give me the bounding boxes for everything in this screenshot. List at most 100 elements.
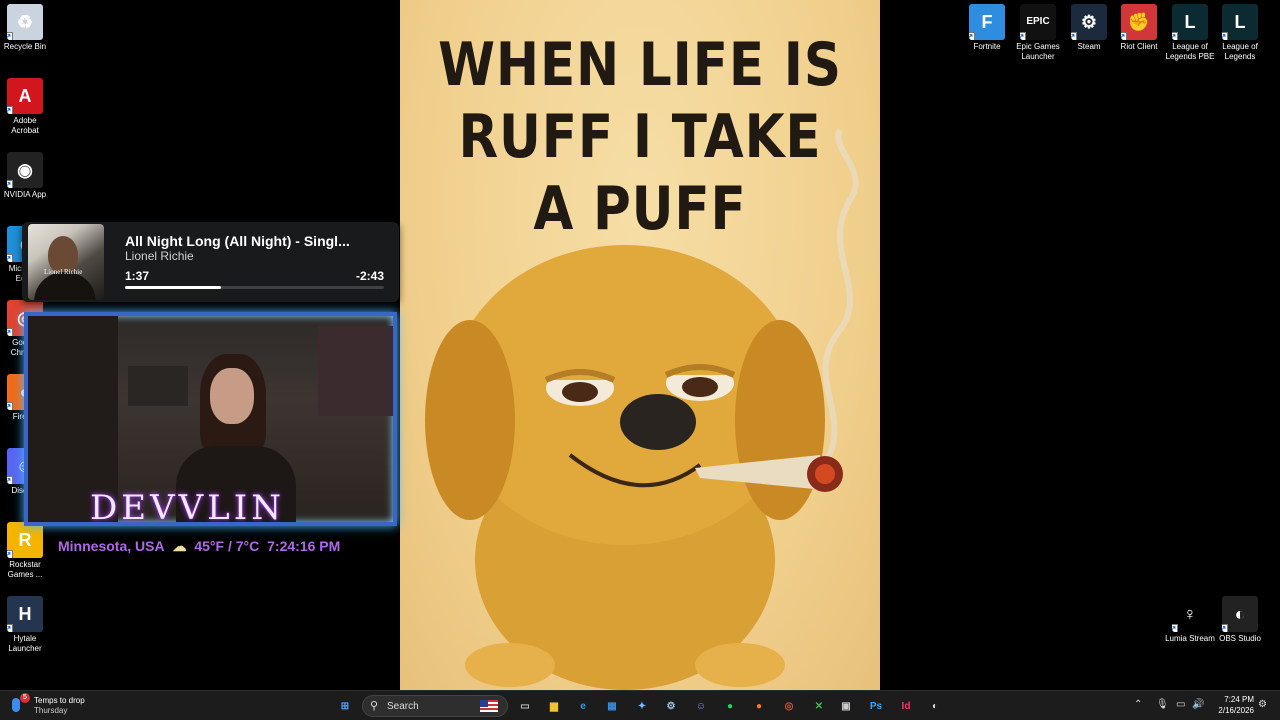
file-explorer-button[interactable]: ▆ — [545, 697, 563, 715]
desktop-shortcut-obs-studio[interactable]: ◐ ↗ OBS Studio — [1215, 596, 1265, 644]
shortcut-arrow-icon: ↗ — [969, 32, 975, 40]
steam-icon: ⚙ ↗ — [1071, 4, 1107, 40]
desktop-shortcut-label: League of Legends PBE — [1165, 42, 1215, 61]
desktop-shortcut-label: Hytale Launcher — [8, 634, 42, 653]
spotify-icon: ● — [726, 700, 734, 712]
shortcut-arrow-icon: ↗ — [1172, 32, 1178, 40]
xbox-icon: ✕ — [814, 700, 824, 712]
photoshop-icon: Ps — [869, 700, 883, 712]
temperature-text: 45°F / 7°C — [194, 538, 260, 554]
app-icon: ▣ — [841, 700, 851, 712]
icon-glyph: ◐ — [1234, 604, 1246, 624]
location-text: Minnesota, USA — [58, 538, 165, 554]
desktop-shortcut-recycle-bin[interactable]: ♻ ↗ Recycle Bin — [0, 4, 50, 52]
icon-glyph: ⚙ — [1080, 12, 1098, 32]
taskbar: 5 Temps to drop Thursday ⊞ ▭ ▆ e ▦ ✦ ⚙ ☺ ● ● ◎ ✕ ▣ Ps… — [0, 690, 1280, 720]
shortcut-arrow-icon: ↗ — [1020, 32, 1026, 40]
artist-name: Lionel Richie — [125, 249, 194, 263]
chrome-button[interactable]: ◎ — [780, 697, 798, 715]
desktop-shortcut-adobe-acrobat[interactable]: A ↗ Adobe Acrobat — [0, 78, 50, 136]
discord-button[interactable]: ☺ — [692, 697, 710, 715]
league-pbe-icon: L ↗ — [1172, 4, 1208, 40]
store-icon: ▦ — [607, 700, 617, 712]
shortcut-arrow-icon: ↗ — [7, 402, 13, 410]
icon-glyph: A — [18, 86, 32, 106]
task-view-icon: ▭ — [520, 700, 530, 712]
desktop-shortcut-hytale[interactable]: H ↗ Hytale Launcher — [0, 596, 50, 654]
desktop-shortcut-epic-games[interactable]: EPIC ↗ Epic Games Launcher — [1013, 4, 1063, 62]
icon-glyph: L — [1184, 12, 1196, 32]
chevron-up-icon[interactable]: ⌃ — [1134, 699, 1142, 710]
notification-bell-icon[interactable]: ⚙ — [1258, 699, 1267, 710]
nvidia-icon: ◉ ↗ — [7, 152, 43, 188]
desktop-shortcut-label: Epic Games Launcher — [1016, 42, 1060, 61]
indesign-button[interactable]: Id — [897, 697, 915, 715]
volume-icon[interactable]: 🔊 — [1192, 699, 1204, 710]
obs-button[interactable]: ◐ — [926, 697, 944, 715]
copilot-icon: ✦ — [637, 700, 647, 712]
desktop-shortcut-riot-client[interactable]: ✊ ↗ Riot Client — [1114, 4, 1164, 52]
clock-date: 2/16/2026 — [1218, 706, 1254, 715]
lumia-stream-icon: ♀ ↗ — [1172, 596, 1208, 632]
search-placeholder: Search — [387, 701, 419, 712]
shortcut-arrow-icon: ↗ — [1222, 624, 1228, 632]
desktop-shortcut-nvidia[interactable]: ◉ ↗ NVIDIA App — [0, 152, 50, 200]
desktop-shortcut-label: NVIDIA App — [3, 190, 47, 199]
desktop-shortcut-rockstar[interactable]: R ↗ Rockstar Games ... — [0, 522, 50, 580]
song-title: All Night Long (All Night) - Singl... — [125, 233, 350, 249]
xbox-button[interactable]: ✕ — [810, 697, 828, 715]
edge-button[interactable]: e — [574, 697, 592, 715]
album-art: Lionel Richie — [28, 224, 104, 300]
copilot-button[interactable]: ✦ — [633, 697, 651, 715]
riot-client-icon: ✊ ↗ — [1121, 4, 1157, 40]
hytale-icon: H ↗ — [7, 596, 43, 632]
playback-progress-bar[interactable] — [125, 286, 384, 289]
media-player-flyout[interactable]: Lionel Richie All Night Long (All Night)… — [22, 222, 399, 302]
desktop-shortcut-label: Steam — [1077, 42, 1101, 51]
icon-glyph: ◉ — [17, 160, 33, 180]
task-view-button[interactable]: ▭ — [516, 697, 534, 715]
desktop-shortcut-league-pbe[interactable]: L ↗ League of Legends PBE — [1165, 4, 1215, 62]
epic-games-icon: EPIC ↗ — [1020, 4, 1056, 40]
fortnite-icon: F ↗ — [969, 4, 1005, 40]
start-icon: ⊞ — [340, 700, 350, 712]
desktop-shortcut-league[interactable]: L ↗ League of Legends — [1215, 4, 1265, 62]
microphone-icon[interactable]: 🎙 — [1156, 699, 1169, 710]
desktop-shortcut-label: Riot Client — [1120, 42, 1158, 51]
location-weather-bar: Minnesota, USA ☁ 45°F / 7°C 7:24:16 PM — [58, 538, 344, 555]
progress-fill — [125, 286, 221, 289]
network-icon[interactable]: ▭ — [1176, 699, 1185, 710]
photoshop-button[interactable]: Ps — [867, 697, 885, 715]
firefox-button[interactable]: ● — [750, 697, 768, 715]
icon-glyph: H — [18, 604, 32, 624]
remaining-time: -2:43 — [355, 269, 384, 283]
search-icon: ⚲ — [370, 700, 379, 712]
weather-badge: 5 — [20, 693, 30, 703]
desktop-shortcut-fortnite[interactable]: F ↗ Fortnite — [962, 4, 1012, 52]
desktop-shortcut-lumia-stream[interactable]: ♀ ↗ Lumia Stream — [1165, 596, 1215, 644]
steam-button[interactable]: ⚙ — [662, 697, 680, 715]
system-clock[interactable]: 7:24 PM 2/16/2026 — [1218, 694, 1254, 716]
store-button[interactable]: ▦ — [603, 697, 621, 715]
desktop-shortcut-steam[interactable]: ⚙ ↗ Steam — [1064, 4, 1114, 52]
spotify-button[interactable]: ● — [721, 697, 739, 715]
indesign-icon: Id — [901, 700, 911, 712]
app-button[interactable]: ▣ — [837, 697, 855, 715]
start-button[interactable]: ⊞ — [336, 697, 354, 715]
streamer-name-logo: DEVVLIN — [90, 488, 285, 528]
shortcut-arrow-icon: ↗ — [7, 476, 13, 484]
adobe-acrobat-icon: A ↗ — [7, 78, 43, 114]
weather-title: Temps to drop — [34, 696, 85, 705]
shortcut-arrow-icon: ↗ — [7, 624, 13, 632]
steam-icon: ⚙ — [666, 700, 676, 712]
search-input[interactable]: ⚲ Search — [362, 695, 508, 717]
rockstar-icon: R ↗ — [7, 522, 43, 558]
desktop-shortcut-label: Recycle Bin — [3, 42, 47, 51]
desktop-shortcut-label: Fortnite — [973, 42, 1001, 51]
icon-glyph: ♻ — [16, 12, 34, 32]
firefox-icon: ● — [755, 700, 763, 712]
discord-icon: ☺ — [695, 700, 707, 712]
desktop-shortcut-label: League of Legends — [1222, 42, 1258, 61]
obs-studio-icon: ◐ ↗ — [1222, 596, 1258, 632]
shortcut-arrow-icon: ↗ — [7, 550, 13, 558]
